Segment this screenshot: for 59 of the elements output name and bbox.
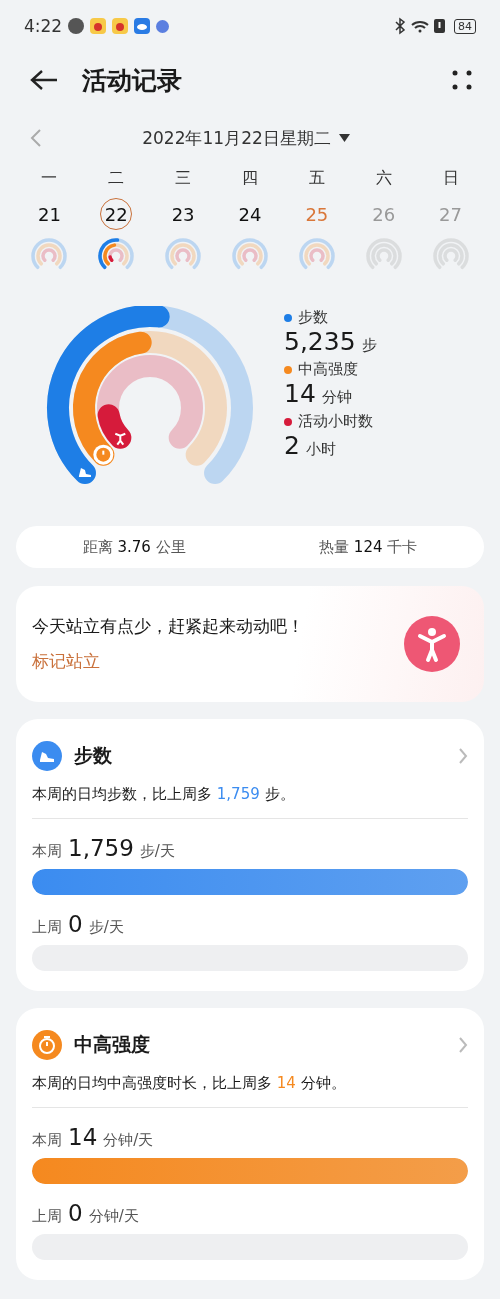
mark-stand-link[interactable]: 标记站立 xyxy=(32,650,404,673)
dropdown-caret-icon[interactable] xyxy=(338,134,350,142)
battery-level: 84 xyxy=(454,18,476,34)
summary-card[interactable]: 中高强度 本周的日均中高强度时长，比上周多 14 分钟。 本周 14 分钟/天 上周 0 分钟/天 xyxy=(16,1008,484,1280)
shoe-icon xyxy=(78,468,91,478)
system-status-icons xyxy=(394,17,448,35)
summary-card[interactable]: 步数 本周的日均步数，比上周多 1,759 步。 本周 1,759 步/天 上周 0 步/天 xyxy=(16,719,484,991)
period-label: 上周 xyxy=(32,1207,62,1226)
app-notification-icon xyxy=(90,18,107,34)
metric-unit: 分钟 xyxy=(321,388,352,407)
cloud-icon xyxy=(134,18,151,34)
metric-unit: 步 xyxy=(361,336,377,355)
weekday-label: 二 xyxy=(108,168,125,189)
average-value: 1,759 xyxy=(68,835,134,861)
weekday-label: 五 xyxy=(308,168,325,189)
stat-text: 距离 3.76 公里 xyxy=(82,537,186,557)
stopwatch-icon xyxy=(93,444,114,465)
weekday-label: 一 xyxy=(41,168,58,189)
standing-person-icon[interactable] xyxy=(404,616,460,672)
more-icon[interactable] xyxy=(452,70,472,90)
back-arrow-icon[interactable] xyxy=(30,69,58,91)
metric-label: 中高强度 xyxy=(284,360,377,379)
metric-unit: 小时 xyxy=(305,440,336,459)
metric-value: 5,235 xyxy=(284,327,356,356)
previous-icon[interactable] xyxy=(30,128,42,148)
average-value: 0 xyxy=(68,911,83,937)
status-time: 4:22 xyxy=(24,16,63,36)
average-value: 14 xyxy=(68,1124,98,1150)
comparison-summary: 本周的日均中高强度时长，比上周多 14 分钟。 xyxy=(32,1074,468,1108)
chevron-right-icon[interactable] xyxy=(458,1036,468,1054)
chevron-right-icon[interactable] xyxy=(458,747,468,765)
selected-date[interactable]: 2022年11月22日星期二 xyxy=(142,126,331,150)
day-number[interactable]: 24 xyxy=(234,198,266,230)
weekday-label: 三 xyxy=(175,168,192,189)
metric-label: 活动小时数 xyxy=(284,412,377,431)
day-number[interactable]: 23 xyxy=(167,198,200,230)
comparison-summary: 本周的日均步数，比上周多 1,759 步。 xyxy=(32,785,468,819)
app-notification-icon xyxy=(112,18,129,34)
average-value: 0 xyxy=(68,1200,83,1226)
weekday-label: 四 xyxy=(242,168,258,189)
weekday-label: 六 xyxy=(375,168,392,189)
period-label: 本周 xyxy=(32,842,62,861)
weekday-label: 日 xyxy=(442,168,459,189)
standing-person-icon xyxy=(114,432,127,446)
metric-value: 2 xyxy=(284,431,300,460)
period-label: 本周 xyxy=(32,1131,62,1150)
average-unit: 分钟/天 xyxy=(88,1207,139,1226)
card-title: 步数 xyxy=(74,743,113,768)
period-label: 上周 xyxy=(32,918,62,937)
average-unit: 分钟/天 xyxy=(103,1131,154,1150)
metric-label: 步数 xyxy=(284,308,377,327)
stat-text: 热量 124 千卡 xyxy=(319,537,418,557)
card-title: 中高强度 xyxy=(74,1032,151,1057)
day-number[interactable]: 21 xyxy=(33,198,66,230)
reminder-message: 今天站立有点少，赶紧起来动动吧！ xyxy=(32,615,305,638)
average-unit: 步/天 xyxy=(139,842,175,861)
page-title: 活动记录 xyxy=(82,64,183,97)
average-unit: 步/天 xyxy=(88,918,124,937)
metric-value: 14 xyxy=(284,379,316,408)
